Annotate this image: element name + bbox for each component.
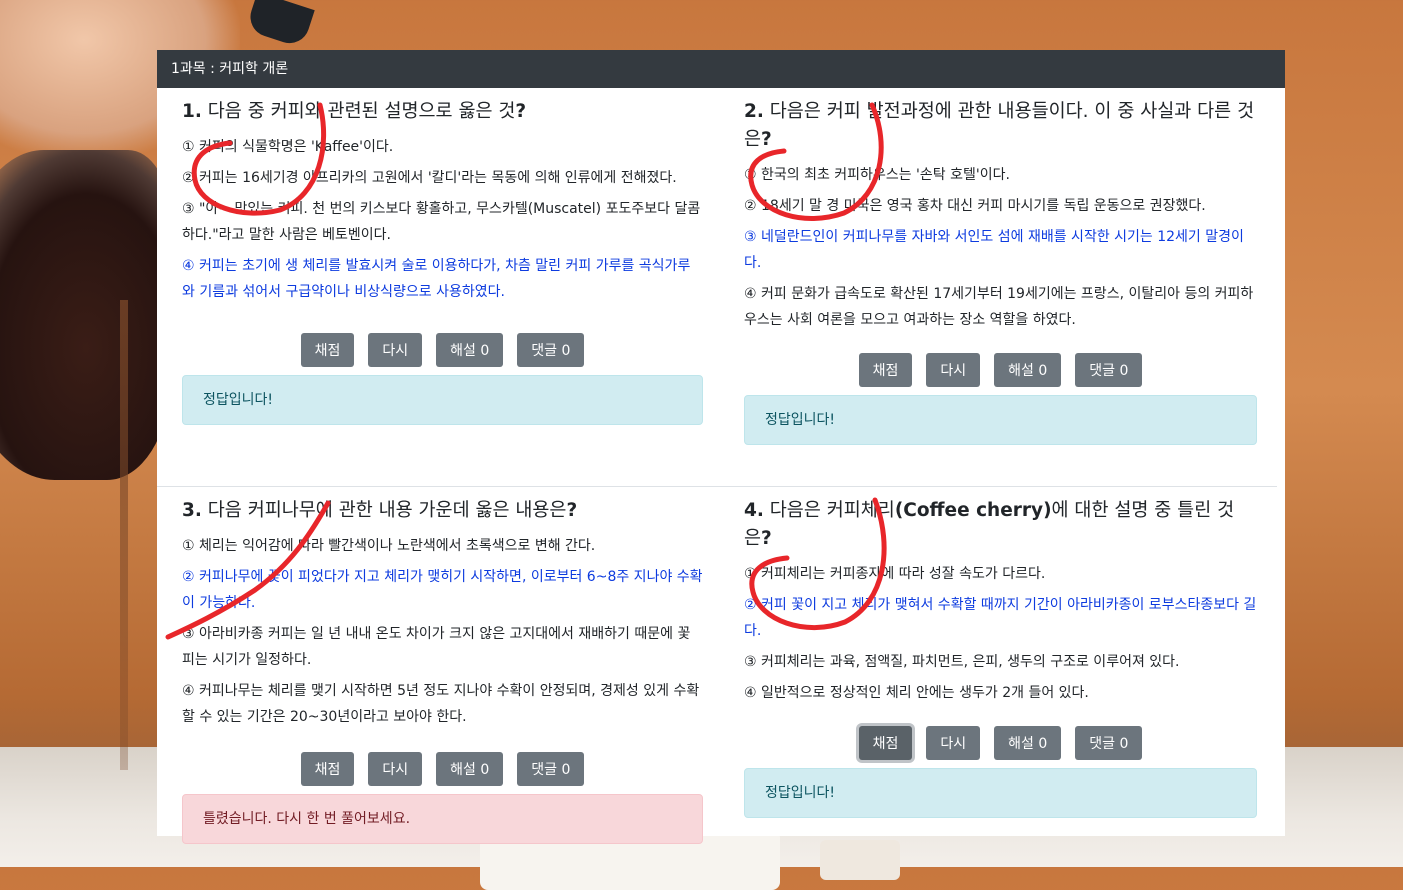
button-row: 채점 다시 해설 0 댓글 0	[182, 752, 703, 786]
question-mark: ?	[761, 129, 772, 150]
question-text: 다음은 커피체리	[763, 500, 895, 521]
choice-2[interactable]: ② 커피는 16세기경 아프리카의 고원에서 '칼디'라는 목동에 의해 인류에…	[182, 165, 703, 191]
grade-button[interactable]: 채점	[858, 726, 913, 760]
result-alert: 정답입니다!	[744, 395, 1257, 445]
question-number: 2.	[744, 101, 764, 122]
retry-button[interactable]: 다시	[368, 752, 423, 786]
choice-1[interactable]: ① 커피체리는 커피종자에 따라 성잘 속도가 다르다.	[744, 561, 1257, 587]
question-mark: ?	[566, 500, 578, 521]
result-alert: 정답입니다!	[182, 375, 703, 425]
comments-button[interactable]: 댓글 0	[1075, 726, 1143, 760]
choice-2[interactable]: ② 커피 꽃이 지고 체리가 맺혀서 수확할 때까지 기간이 아라비카종이 로부…	[744, 592, 1257, 644]
explain-button[interactable]: 해설 0	[994, 353, 1062, 387]
choice-4[interactable]: ④ 커피는 초기에 생 체리를 발효시켜 술로 이용하다가, 차츰 말린 커피 …	[182, 253, 703, 305]
choice-1[interactable]: ① 한국의 최초 커피하우스는 '손탁 호텔'이다.	[744, 162, 1257, 188]
choice-3[interactable]: ③ 아라비카종 커피는 일 년 내내 온도 차이가 크지 않은 고지대에서 재배…	[182, 621, 703, 673]
question-mark: ?	[761, 528, 772, 549]
retry-button[interactable]: 다시	[926, 726, 981, 760]
background-cup-small	[820, 840, 900, 880]
grade-button[interactable]: 채점	[858, 353, 913, 387]
background-coffee-pot	[0, 150, 170, 480]
background-pot-handle	[245, 0, 315, 49]
comments-button[interactable]: 댓글 0	[517, 752, 585, 786]
button-row: 채점 다시 해설 0 댓글 0	[744, 726, 1257, 760]
choice-4[interactable]: ④ 커피 문화가 급속도로 확산된 17세기부터 19세기에는 프랑스, 이탈리…	[744, 281, 1257, 333]
choice-2[interactable]: ② 18세기 말 경 미국은 영국 홍차 대신 커피 마시기를 독립 운동으로 …	[744, 193, 1257, 219]
choice-4[interactable]: ④ 커피나무는 체리를 맺기 시작하면 5년 정도 지나야 수확이 안정되며, …	[182, 678, 703, 730]
question-number: 1.	[182, 101, 202, 122]
choice-1[interactable]: ① 체리는 익어감에 따라 빨간색이나 노란색에서 초록색으로 변해 간다.	[182, 533, 703, 559]
explain-button[interactable]: 해설 0	[436, 333, 504, 367]
question-4: 4. 다음은 커피체리(Coffee cherry)에 대한 설명 중 틀린 것…	[717, 486, 1277, 836]
grade-button[interactable]: 채점	[300, 752, 355, 786]
grade-button[interactable]: 채점	[300, 333, 355, 367]
question-title: 1. 다음 중 커피와 관련된 설명으로 옳은 것?	[182, 98, 703, 126]
question-1: 1. 다음 중 커피와 관련된 설명으로 옳은 것? ① 커피의 식물학명은 '…	[157, 88, 717, 486]
button-row: 채점 다시 해설 0 댓글 0	[744, 353, 1257, 387]
choice-4[interactable]: ④ 일반적으로 정상적인 체리 안에는 생두가 2개 들어 있다.	[744, 680, 1257, 706]
choice-3[interactable]: ③ 네덜란드인이 커피나무를 자바와 서인도 섬에 재배를 시작한 시기는 12…	[744, 224, 1257, 276]
choice-1[interactable]: ① 커피의 식물학명은 'Kaffee'이다.	[182, 134, 703, 160]
choice-2[interactable]: ② 커피나무에 꽃이 피었다가 지고 체리가 맺히기 시작하면, 이로부터 6~…	[182, 564, 703, 616]
question-title: 3. 다음 커피나무에 관한 내용 가운데 옳은 내용은?	[182, 497, 703, 525]
explain-button[interactable]: 해설 0	[436, 752, 504, 786]
comments-button[interactable]: 댓글 0	[1075, 353, 1143, 387]
question-3: 3. 다음 커피나무에 관한 내용 가운데 옳은 내용은? ① 체리는 익어감에…	[157, 486, 717, 844]
quiz-panel: 1과목 : 커피학 개론 1. 다음 중 커피와 관련된 설명으로 옳은 것? …	[157, 50, 1285, 844]
comments-button[interactable]: 댓글 0	[517, 333, 585, 367]
choice-3[interactable]: ③ 커피체리는 과육, 점액질, 파치먼트, 은피, 생두의 구조로 이루어져 …	[744, 649, 1257, 675]
question-text: 다음 커피나무에 관한 내용 가운데 옳은 내용은	[201, 500, 567, 521]
question-grid: 1. 다음 중 커피와 관련된 설명으로 옳은 것? ① 커피의 식물학명은 '…	[157, 88, 1285, 844]
question-title: 2. 다음은 커피 발전과정에 관한 내용들이다. 이 중 사실과 다른 것은?	[744, 98, 1257, 154]
panel-header: 1과목 : 커피학 개론	[157, 50, 1285, 88]
result-alert: 틀렸습니다. 다시 한 번 풀어보세요.	[182, 794, 703, 844]
question-text: 다음 중 커피와 관련된 설명으로 옳은 것	[201, 101, 516, 122]
background-coffee-stream	[120, 300, 128, 770]
choice-3[interactable]: ③ "아~ 맛있는 커피. 천 번의 키스보다 황홀하고, 무스카텔(Musca…	[182, 196, 703, 248]
retry-button[interactable]: 다시	[368, 333, 423, 367]
question-text-bold: (Coffee cherry)	[894, 500, 1052, 521]
button-row: 채점 다시 해설 0 댓글 0	[182, 333, 703, 367]
question-number: 4.	[744, 500, 764, 521]
question-number: 3.	[182, 500, 202, 521]
question-2: 2. 다음은 커피 발전과정에 관한 내용들이다. 이 중 사실과 다른 것은?…	[717, 88, 1277, 486]
result-alert: 정답입니다!	[744, 768, 1257, 818]
question-title: 4. 다음은 커피체리(Coffee cherry)에 대한 설명 중 틀린 것…	[744, 497, 1257, 553]
explain-button[interactable]: 해설 0	[994, 726, 1062, 760]
question-text: 다음은 커피 발전과정에 관한 내용들이다. 이 중 사실과 다른 것은	[744, 101, 1255, 150]
question-mark: ?	[515, 101, 527, 122]
retry-button[interactable]: 다시	[926, 353, 981, 387]
